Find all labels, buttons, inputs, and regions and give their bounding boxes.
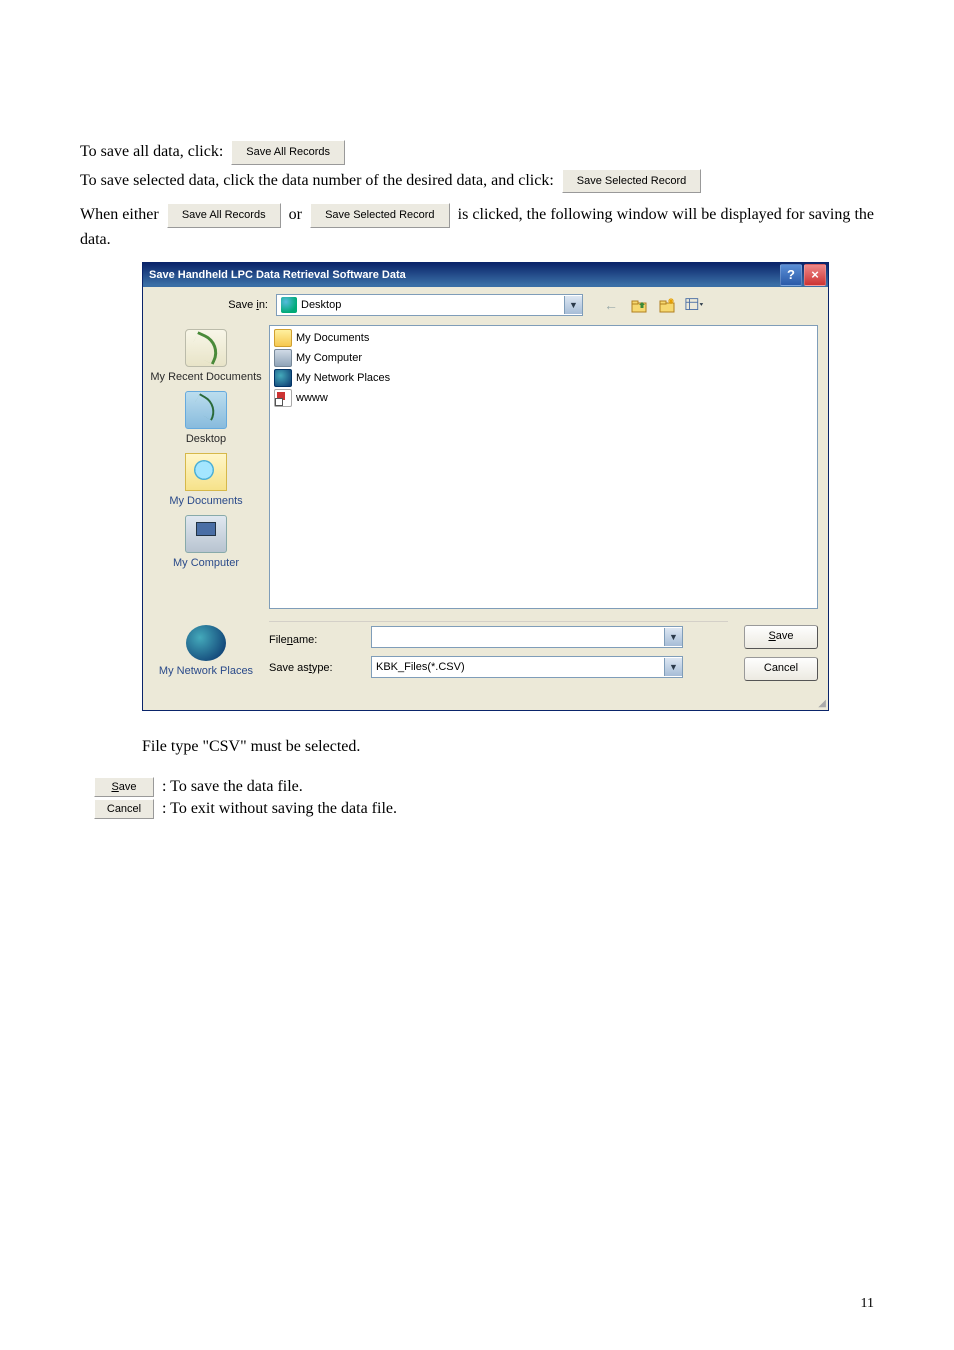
up-one-level-icon[interactable]: [629, 295, 649, 315]
place-mynet-label: My Network Places: [143, 665, 269, 677]
note-csv: File type "CSV" must be selected.: [142, 738, 360, 755]
dialog-title: Save Handheld LPC Data Retrieval Softwar…: [149, 269, 406, 281]
save-as-type-combo[interactable]: KBK_Files(*.CSV) ▼: [371, 656, 683, 678]
text-save-all-pre: To save all data, click:: [80, 143, 223, 160]
save-all-records-button-img: Save All Records: [231, 140, 345, 165]
save-in-combo[interactable]: Desktop ▼: [276, 294, 583, 316]
dropdown-icon[interactable]: ▼: [664, 628, 682, 646]
place-my-network-places[interactable]: My Network Places: [143, 621, 269, 681]
places-bar: My Recent Documents Desktop My Documents…: [143, 319, 269, 609]
save-in-label: Save in:: [153, 299, 276, 311]
list-item-label: My Documents: [296, 332, 369, 344]
place-my-documents[interactable]: My Documents: [143, 449, 269, 511]
explain-save: : To save the data file.: [162, 778, 303, 795]
list-item[interactable]: My Computer: [272, 348, 815, 368]
cancel-button[interactable]: Cancel: [744, 657, 818, 681]
list-item-label: wwww: [296, 392, 328, 404]
place-my-computer[interactable]: My Computer: [143, 511, 269, 573]
desktop-icon: [281, 297, 297, 313]
file-list[interactable]: My Documents My Computer My Network Plac…: [269, 325, 818, 609]
my-computer-item-icon: [274, 349, 292, 367]
list-item[interactable]: My Documents: [272, 328, 815, 348]
save-dialog: Save Handheld LPC Data Retrieval Softwar…: [142, 262, 829, 711]
save-selected-record-button-img-2: Save Selected Record: [310, 203, 449, 228]
list-item-label: My Network Places: [296, 372, 390, 384]
dropdown-icon[interactable]: ▼: [664, 658, 682, 676]
page-number: 11: [861, 1296, 874, 1312]
dialog-titlebar: Save Handheld LPC Data Retrieval Softwar…: [143, 263, 828, 287]
resize-grip-icon[interactable]: ◢: [143, 700, 828, 710]
explain-cancel: : To exit without saving the data file.: [162, 800, 397, 817]
view-menu-icon[interactable]: [685, 295, 705, 315]
desktop-place-icon: [185, 391, 227, 429]
save-in-value: Desktop: [301, 299, 564, 311]
file-name-combo[interactable]: ▼: [371, 626, 683, 648]
list-item[interactable]: My Network Places: [272, 368, 815, 388]
file-name-label: File name:: [269, 626, 371, 654]
list-item-label: My Computer: [296, 352, 362, 364]
place-desktop-label: Desktop: [143, 433, 269, 445]
place-desktop[interactable]: Desktop: [143, 387, 269, 449]
network-places-item-icon: [274, 369, 292, 387]
text-when-either-b: or: [289, 206, 302, 223]
save-button-img: Save: [94, 777, 154, 797]
cancel-button-img: Cancel: [94, 799, 154, 819]
folder-icon: [274, 329, 292, 347]
place-recent-documents[interactable]: My Recent Documents: [143, 325, 269, 387]
save-as-type-value: KBK_Files(*.CSV): [372, 661, 664, 673]
new-folder-icon[interactable]: [657, 295, 677, 315]
dialog-toolbar: Save in: Desktop ▼ ←: [143, 287, 828, 319]
place-mydocs-label: My Documents: [143, 495, 269, 507]
help-button[interactable]: ?: [780, 264, 802, 286]
back-icon[interactable]: ←: [601, 295, 621, 315]
save-selected-record-button-img: Save Selected Record: [562, 169, 701, 194]
shortcut-icon: [274, 389, 292, 407]
text-save-sel-pre: To save selected data, click the data nu…: [80, 172, 554, 189]
save-button[interactable]: Save: [744, 625, 818, 649]
place-recent-label: My Recent Documents: [143, 371, 269, 383]
dropdown-icon[interactable]: ▼: [564, 296, 582, 314]
list-item[interactable]: wwww: [272, 388, 815, 408]
save-all-records-button-img-2: Save All Records: [167, 203, 281, 228]
close-button[interactable]: ×: [804, 264, 826, 286]
my-network-places-icon: [186, 625, 226, 661]
my-computer-icon: [185, 515, 227, 553]
recent-documents-icon: [185, 329, 227, 367]
text-when-either-a: When either: [80, 206, 159, 223]
place-mycomp-label: My Computer: [143, 557, 269, 569]
save-as-type-label: Save as type:: [269, 654, 371, 682]
my-documents-icon: [185, 453, 227, 491]
